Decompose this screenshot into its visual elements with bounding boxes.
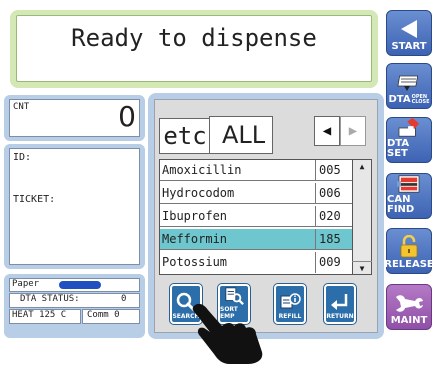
dta-set-button[interactable]: DTA SET xyxy=(386,117,432,163)
drawer-icon xyxy=(397,75,419,91)
start-label: START xyxy=(391,41,427,52)
heat-label: HEAT 125 C xyxy=(12,310,67,320)
unlock-icon xyxy=(400,235,418,258)
dta-set-label: DTA SET xyxy=(387,138,410,159)
dta-open-label: DTA xyxy=(388,94,411,105)
drug-code: 005 xyxy=(319,163,341,177)
prev-page-button[interactable]: ◀ xyxy=(314,116,340,146)
play-back-icon xyxy=(401,20,417,38)
next-page-button[interactable]: ▶ xyxy=(340,116,366,146)
ticket-label: TICKET: xyxy=(13,194,56,205)
scroll-up-button[interactable]: ▲ xyxy=(352,159,372,173)
dta-set-icon xyxy=(398,118,419,137)
comm-label: Comm 0 xyxy=(87,310,120,320)
start-button[interactable]: START xyxy=(386,10,432,56)
scroll-down-button[interactable]: ▼ xyxy=(352,261,372,275)
paper-label: Paper xyxy=(12,279,40,289)
hand-pointer-icon xyxy=(192,303,263,364)
dta-status-label: DTA STATUS: xyxy=(20,294,80,304)
drug-code: 185 xyxy=(319,232,341,246)
drug-name: Ibuprofen xyxy=(160,206,316,226)
release-button[interactable]: RELEASE xyxy=(384,228,434,274)
caret-right-icon: ▶ xyxy=(348,123,358,139)
drug-code: 009 xyxy=(319,255,341,269)
canister-icon xyxy=(397,175,420,193)
counter-value: 0 xyxy=(118,100,136,133)
dta-open-close-button[interactable]: DTA OPEN CLOSE xyxy=(386,63,432,109)
return-arrow-icon xyxy=(331,294,348,310)
caret-left-icon: ◀ xyxy=(322,123,332,139)
list-scrollbar[interactable] xyxy=(352,159,372,275)
refill-label: REFILL xyxy=(278,313,302,320)
group-selector[interactable]: ALL xyxy=(209,116,273,154)
triangle-down-icon: ▼ xyxy=(359,264,365,273)
status-message: Ready to dispense xyxy=(16,15,372,82)
release-label: RELEASE xyxy=(384,259,434,270)
dta-close-sub: CLOSE xyxy=(411,99,430,105)
can-find-button[interactable]: CAN FIND xyxy=(386,173,432,219)
drug-list: Amoxicillin 005 Hydrocodom 006 Ibuprofen… xyxy=(159,159,354,275)
counter-label: CNT xyxy=(13,102,30,112)
drug-name: Mefformin xyxy=(160,229,316,249)
refill-info-icon xyxy=(280,293,301,309)
wrench-icon xyxy=(396,295,423,312)
id-label: ID: xyxy=(13,152,32,163)
dta-status-value: 0 xyxy=(121,294,127,304)
list-item[interactable]: Hydrocodom 006 xyxy=(160,183,354,204)
list-item-selected[interactable]: Mefformin 185 xyxy=(160,229,354,250)
drug-code: 006 xyxy=(319,186,341,200)
info-box xyxy=(9,148,140,265)
drug-name: Amoxicillin xyxy=(160,160,316,180)
list-item[interactable]: Ibuprofen 020 xyxy=(160,206,354,227)
return-button[interactable]: RETURN xyxy=(324,284,356,324)
list-item[interactable]: Potossium 009 xyxy=(160,252,354,273)
paper-level-bar xyxy=(59,281,101,289)
drug-name: Hydrocodom xyxy=(160,183,316,203)
triangle-up-icon: ▲ xyxy=(359,161,365,171)
category-selector[interactable]: etc xyxy=(159,118,211,154)
maint-label: MAINT xyxy=(390,315,428,326)
can-find-label: CAN FIND xyxy=(387,194,415,215)
list-item[interactable]: Amoxicillin 005 xyxy=(160,160,354,181)
drug-name: Potossium xyxy=(160,252,316,273)
drug-code: 020 xyxy=(319,209,341,223)
maint-button[interactable]: MAINT xyxy=(386,284,432,330)
return-label: RETURN xyxy=(326,313,354,320)
